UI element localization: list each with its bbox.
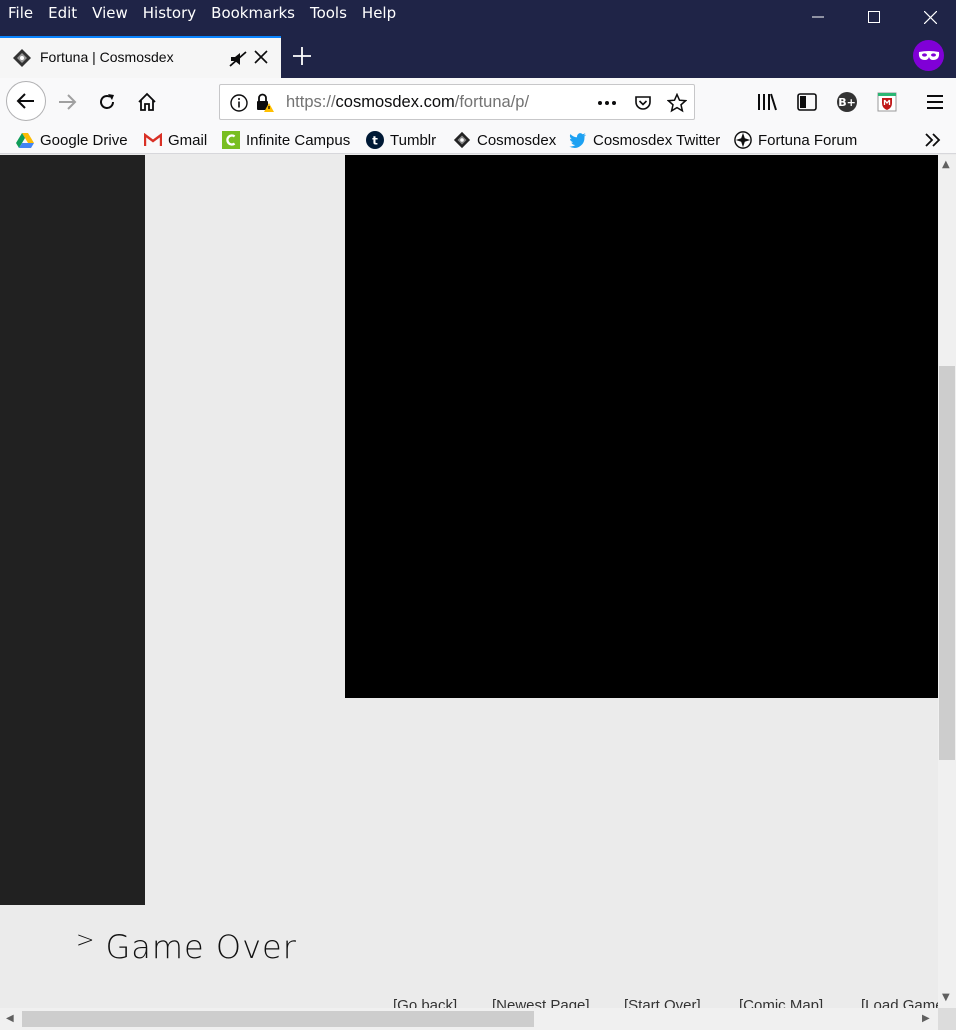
chevron-double-right-icon: [925, 133, 941, 147]
tab-title: Fortuna | Cosmosdex: [40, 49, 174, 65]
url-path: /fortuna/p/: [454, 93, 530, 111]
svg-text:t: t: [372, 134, 378, 148]
app-menu-button[interactable]: [917, 84, 953, 120]
scroll-up-arrow-icon[interactable]: ▲: [942, 160, 950, 170]
library-button[interactable]: [749, 84, 785, 120]
google-drive-icon: [16, 131, 34, 149]
site-info-icon[interactable]: [228, 92, 250, 114]
start-over-link[interactable]: [Start Over]: [624, 997, 701, 1008]
cosmosdex-icon: [453, 131, 471, 149]
minimize-icon: [812, 16, 824, 18]
mcafee-shield-icon: [877, 92, 897, 112]
maximize-button[interactable]: [851, 0, 897, 34]
tumblr-icon: t: [366, 131, 384, 149]
close-tab-icon[interactable]: [252, 48, 270, 66]
menu-view[interactable]: View: [84, 0, 135, 26]
menu-bar: File Edit View History Bookmarks Tools H…: [0, 0, 403, 26]
extension-button[interactable]: [869, 84, 905, 120]
private-browsing-icon: [913, 40, 944, 71]
bookmark-cosmosdex[interactable]: Cosmosdex: [453, 129, 556, 151]
bookmark-infinite-campus[interactable]: Infinite Campus: [222, 129, 350, 151]
sidebar-icon: [797, 93, 817, 111]
home-button[interactable]: [129, 84, 165, 120]
scrollbar-corner: [938, 1008, 956, 1030]
insecure-lock-icon[interactable]: [254, 92, 276, 114]
forward-button[interactable]: [49, 84, 85, 120]
cosmosdex-favicon-icon: [13, 49, 31, 67]
hamburger-menu-icon: [927, 95, 943, 109]
comic-map-link[interactable]: [Comic Map]: [739, 997, 823, 1008]
tab-fortuna[interactable]: Fortuna | Cosmosdex: [0, 36, 281, 78]
bookmark-label: Cosmosdex Twitter: [593, 131, 721, 149]
go-back-link[interactable]: [Go back]: [393, 997, 457, 1008]
pocket-icon[interactable]: [632, 92, 654, 114]
url-scheme: https://: [286, 93, 336, 111]
bookmarks-toolbar: Google Drive Gmail Infinite Campus t Tum…: [0, 126, 956, 154]
infinite-campus-icon: [222, 131, 240, 149]
b-plus-extension-button[interactable]: B+: [829, 84, 865, 120]
more-bookmarks-button[interactable]: [924, 129, 942, 151]
new-tab-icon[interactable]: [290, 44, 314, 68]
bookmark-google-drive[interactable]: Google Drive: [16, 129, 128, 151]
bookmark-fortuna-forum[interactable]: Fortuna Forum: [734, 129, 857, 151]
bookmark-gmail[interactable]: Gmail: [144, 129, 207, 151]
page-title-text: Game Over: [105, 928, 297, 966]
reload-button[interactable]: [89, 84, 125, 120]
sidebar-button[interactable]: [789, 84, 825, 120]
url-text: https://cosmosdex.com/fortuna/p/: [286, 93, 529, 112]
menu-help[interactable]: Help: [354, 0, 403, 26]
menu-history[interactable]: History: [135, 0, 203, 26]
scroll-right-arrow-icon[interactable]: ▶: [922, 1014, 930, 1024]
bookmark-tumblr[interactable]: t Tumblr: [366, 129, 436, 151]
twitter-icon: [569, 131, 587, 149]
page-content: > Game Over [Go back] [Newest Page] [Star…: [0, 155, 938, 1008]
close-icon: [923, 10, 937, 24]
back-arrow-icon: [16, 93, 34, 109]
bookmark-label: Google Drive: [40, 131, 128, 149]
bookmark-label: Infinite Campus: [246, 131, 351, 149]
close-window-button[interactable]: [907, 0, 953, 34]
menu-bookmarks[interactable]: Bookmarks: [203, 0, 302, 26]
dark-side-panel: [0, 155, 145, 905]
tab-muted-icon[interactable]: [228, 49, 248, 69]
menu-file[interactable]: File: [0, 0, 40, 26]
scroll-left-arrow-icon[interactable]: ◀: [6, 1014, 14, 1024]
bookmark-label: Tumblr: [390, 131, 437, 149]
newest-page-link[interactable]: [Newest Page]: [492, 997, 590, 1008]
maximize-icon: [868, 11, 880, 23]
gmail-icon: [144, 131, 162, 149]
bookmark-label: Gmail: [168, 131, 208, 149]
bookmark-label: Fortuna Forum: [758, 131, 858, 149]
comic-panel-image: [345, 155, 938, 698]
forward-arrow-icon: [59, 94, 77, 110]
horizontal-scrollbar-thumb[interactable]: [22, 1011, 534, 1027]
svg-text:B+: B+: [838, 96, 856, 109]
navigation-toolbar: https://cosmosdex.com/fortuna/p/ B+: [0, 78, 956, 126]
menu-tools[interactable]: Tools: [302, 0, 354, 26]
home-icon: [138, 92, 156, 111]
page-title: > Game Over: [76, 928, 297, 966]
load-game-link[interactable]: [Load Game]: [861, 997, 938, 1008]
prompt-symbol: >: [76, 928, 96, 953]
menu-edit[interactable]: Edit: [40, 0, 84, 26]
scroll-down-arrow-icon[interactable]: ▼: [942, 993, 950, 1003]
minimize-button[interactable]: [795, 0, 841, 34]
bookmark-label: Cosmosdex: [477, 131, 557, 149]
url-host: cosmosdex.com: [335, 93, 455, 111]
vertical-scrollbar-thumb[interactable]: [939, 366, 955, 760]
bookmark-star-icon[interactable]: [666, 92, 688, 114]
back-button[interactable]: [6, 81, 46, 121]
fortuna-forum-icon: [734, 131, 752, 149]
b-plus-icon: B+: [837, 92, 857, 112]
reload-icon: [100, 94, 114, 109]
page-actions-icon[interactable]: [596, 92, 618, 114]
url-bar[interactable]: https://cosmosdex.com/fortuna/p/: [219, 84, 695, 120]
bookmark-cosmosdex-twitter[interactable]: Cosmosdex Twitter: [569, 129, 720, 151]
library-icon: [758, 93, 777, 111]
